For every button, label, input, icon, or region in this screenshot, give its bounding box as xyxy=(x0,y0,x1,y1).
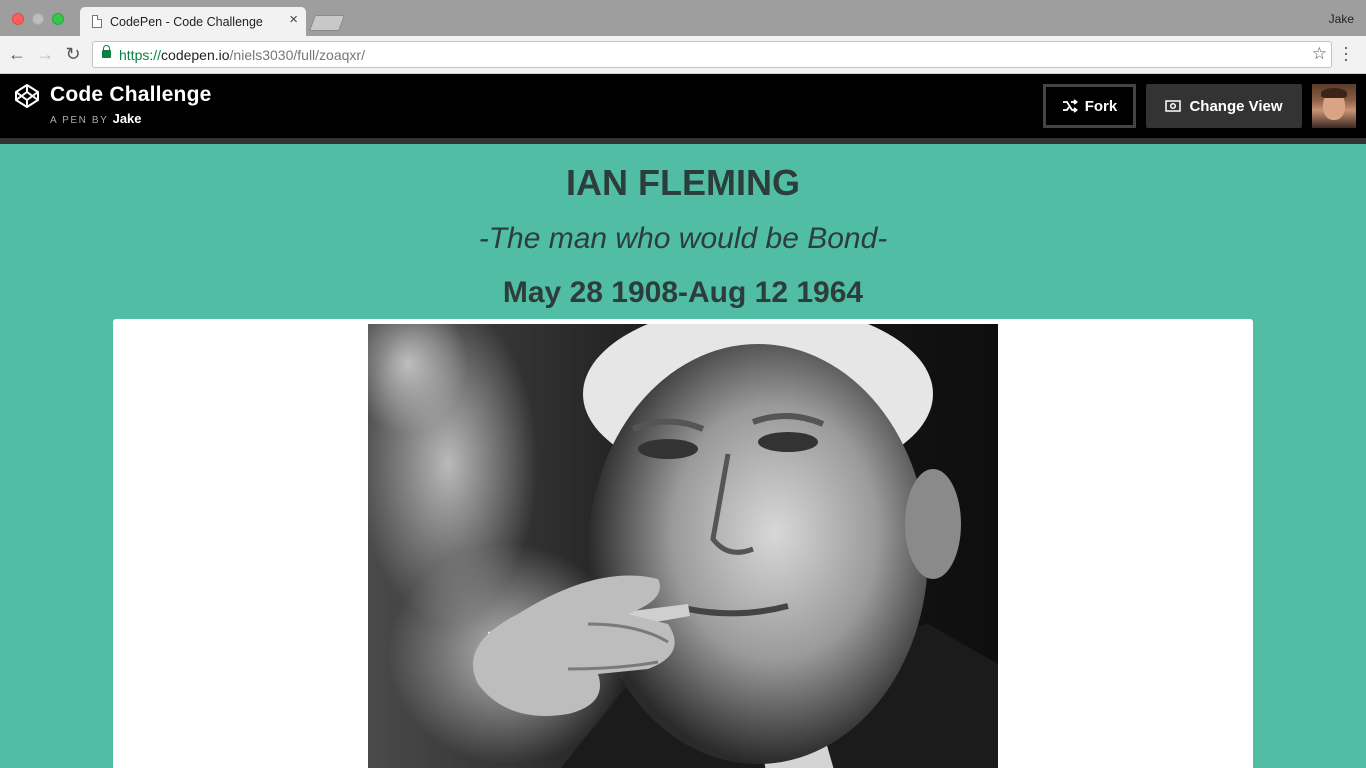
address-bar[interactable]: https://codepen.io/niels3030/full/zoaqxr… xyxy=(92,41,1332,68)
url-host: codepen.io xyxy=(161,47,230,63)
pen-byline: A PEN BY Jake xyxy=(50,111,142,126)
fork-button[interactable]: Fork xyxy=(1043,84,1136,128)
page-icon xyxy=(92,15,102,28)
page-dates: May 28 1908-Aug 12 1964 xyxy=(502,276,864,309)
portrait-photo xyxy=(368,324,998,768)
fork-label: Fork xyxy=(1084,97,1118,115)
browser-toolbar: ← → ↻ https://codepen.io/niels3030/full/… xyxy=(0,36,1366,74)
codepen-logo-icon[interactable] xyxy=(14,83,40,109)
change-view-icon xyxy=(1165,100,1182,112)
change-view-button[interactable]: Change View xyxy=(1146,84,1302,128)
change-view-label: Change View xyxy=(1189,97,1283,115)
page-tagline: -The man who would be Bond- xyxy=(478,222,888,255)
avatar[interactable] xyxy=(1312,84,1356,128)
profile-name[interactable]: Jake xyxy=(1329,12,1354,26)
page-title: IAN FLEMING xyxy=(566,162,800,203)
tab-close-icon[interactable]: × xyxy=(289,12,298,28)
codepen-header: Code Challenge A PEN BY Jake Fork Change… xyxy=(0,74,1366,138)
menu-icon[interactable]: · · · xyxy=(1341,38,1351,68)
window-close-button[interactable] xyxy=(12,13,24,25)
forward-arrow-icon[interactable]: → xyxy=(35,44,55,64)
image-card xyxy=(113,319,1253,768)
new-tab-button[interactable] xyxy=(309,15,345,31)
header-divider xyxy=(0,138,1366,144)
back-arrow-icon[interactable]: ← xyxy=(7,44,27,64)
fork-icon xyxy=(1062,99,1078,113)
reload-icon[interactable]: ↻ xyxy=(63,44,83,64)
window-minimize-button[interactable] xyxy=(32,13,44,25)
url-text[interactable]: https://codepen.io/niels3030/full/zoaqxr… xyxy=(119,47,365,63)
star-icon[interactable]: ☆ xyxy=(1312,44,1327,64)
pen-title[interactable]: Code Challenge xyxy=(50,83,212,107)
browser-tab[interactable]: CodePen - Code Challenge × xyxy=(80,7,306,36)
lock-icon xyxy=(102,45,111,58)
browser-tab-strip: CodePen - Code Challenge × Jake xyxy=(0,0,1366,36)
url-path: /niels3030/full/zoaqxr/ xyxy=(229,47,365,63)
window-maximize-button[interactable] xyxy=(52,13,64,25)
byline-prefix: A PEN BY xyxy=(50,115,109,126)
tab-title: CodePen - Code Challenge xyxy=(110,15,263,29)
url-scheme: https:// xyxy=(119,47,162,63)
author-link[interactable]: Jake xyxy=(113,111,142,126)
